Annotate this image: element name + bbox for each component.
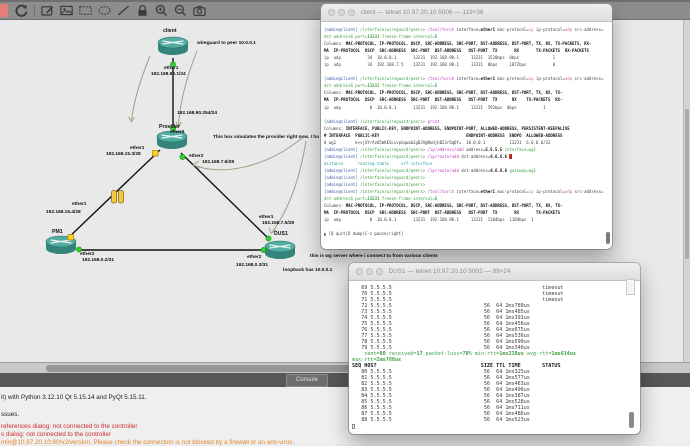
- ip-label: 192.168.0.3/31: [236, 263, 268, 268]
- port-label: ether1: [164, 66, 178, 71]
- zoom-out-icon[interactable]: [172, 3, 189, 19]
- lock-icon[interactable]: [134, 3, 151, 19]
- terminal1-scroll-thumb[interactable]: [606, 232, 610, 244]
- port-label: ether1: [130, 146, 144, 151]
- ip-label: 192.168.15.3/28: [106, 152, 141, 157]
- packet-capture-icon[interactable]: [112, 191, 124, 204]
- window-top-edge: [0, 0, 690, 2]
- terminal-window-client[interactable]: client — telnet 10.97.20.10 5006 — 119×3…: [321, 4, 612, 249]
- ip-label: 192.168.7.6/28: [202, 160, 234, 165]
- draw-ellipse-icon[interactable]: [96, 3, 113, 19]
- terminal1-title: client — telnet 10.97.20.10 5006 — 119×3…: [361, 9, 484, 16]
- reload-icon[interactable]: [13, 3, 30, 19]
- insert-image-icon[interactable]: [58, 3, 75, 19]
- console-line: ssues.: [1, 411, 19, 418]
- terminal1-content[interactable]: [admin@client] /interface/wireguard/peer…: [321, 22, 612, 237]
- zoom-button[interactable]: [348, 9, 355, 16]
- tab-console[interactable]: Console: [286, 374, 328, 387]
- ip-label: 192.168.7.5/28: [262, 221, 294, 226]
- node-label-client[interactable]: client: [163, 28, 177, 34]
- annotation-arrows: [129, 51, 306, 234]
- terminal2-titlebar[interactable]: DUS1 — telnet 10.97.20.10 5002 — 89×24: [349, 263, 640, 281]
- minimize-button[interactable]: [338, 9, 345, 16]
- screenshot-icon[interactable]: [191, 3, 208, 19]
- node-label-pm1[interactable]: PM1: [52, 229, 63, 235]
- console-line: s dialog: not connected to the controlle…: [1, 431, 111, 438]
- router-client[interactable]: [158, 37, 188, 55]
- port-label: ether6: [170, 130, 184, 135]
- note-wg-server[interactable]: this is wg server where i connect to fro…: [310, 254, 438, 259]
- node-label-dus1[interactable]: DUS1: [274, 231, 288, 237]
- add-note-icon[interactable]: [39, 3, 56, 19]
- zoom-in-icon[interactable]: [153, 3, 170, 19]
- terminal2-content[interactable]: 69 5.5.5.5 timeout 70 5.5.5.5 timeout 71…: [349, 281, 640, 429]
- ip-label: 192.168.90.1/24: [151, 72, 186, 77]
- terminal2-scroll-box[interactable]: [626, 279, 635, 295]
- port-label: ether2: [247, 255, 261, 260]
- note-loopback[interactable]: loopback has 10.0.0.1: [283, 268, 332, 273]
- console-line: it) with Python 3.12.10 Qt 5.15.14 and P…: [1, 394, 147, 401]
- ip-label: 192.168.90.254/24: [177, 111, 217, 116]
- port-label: ether2: [80, 252, 94, 257]
- port-label: ether1: [72, 202, 86, 207]
- ip-label: 192.168.0.2/31: [82, 258, 114, 263]
- router-dus1[interactable]: [265, 241, 295, 259]
- terminal2-title: DUS1 — telnet 10.97.20.10 5002 — 89×24: [389, 268, 511, 275]
- note-wireguard-peer[interactable]: wireguard to peer 10.0.0.1: [197, 41, 256, 46]
- draw-rectangle-icon[interactable]: [77, 3, 94, 19]
- port-label: ether1: [259, 215, 273, 220]
- terminal1-titlebar[interactable]: client — telnet 10.97.20.10 5006 — 119×3…: [321, 4, 612, 22]
- partial-toolbar-icon[interactable]: [0, 4, 8, 17]
- zoom-button[interactable]: [376, 268, 383, 275]
- note-provider[interactable]: This box simulates the provider right no…: [213, 135, 319, 140]
- vscroll-thumb[interactable]: [685, 109, 689, 259]
- minimize-button[interactable]: [366, 268, 373, 275]
- terminal2-scroll-thumb[interactable]: [629, 412, 634, 428]
- toolbar-separator: [34, 5, 35, 17]
- canvas-vscrollbar[interactable]: [683, 19, 690, 362]
- terminal-window-dus1[interactable]: DUS1 — telnet 10.97.20.10 5002 — 89×24 6…: [349, 263, 640, 434]
- ip-label: 192.168.15.4/28: [46, 210, 81, 215]
- console-line: references dialog: not connected to the …: [1, 423, 138, 430]
- port-label: ether2: [189, 154, 203, 159]
- link-status-markers: [68, 62, 271, 253]
- draw-line-icon[interactable]: [115, 3, 132, 19]
- close-button[interactable]: [356, 268, 363, 275]
- close-button[interactable]: [328, 9, 335, 16]
